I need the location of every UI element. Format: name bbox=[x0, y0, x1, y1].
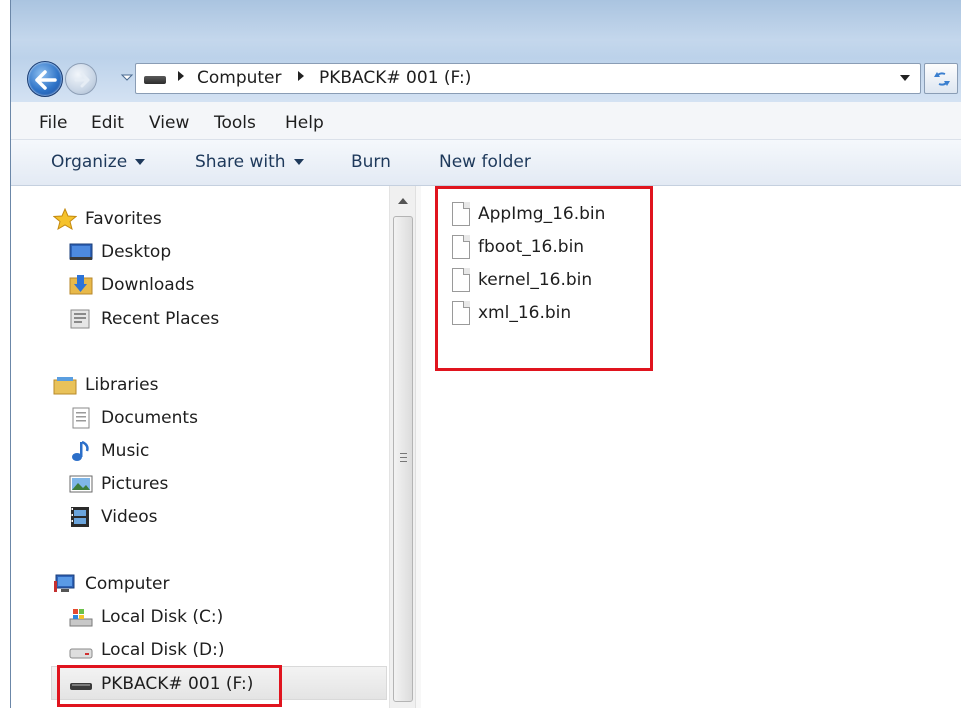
computer-icon bbox=[54, 574, 75, 592]
refresh-icon bbox=[934, 72, 950, 86]
system-disk-icon bbox=[69, 609, 93, 627]
breadcrumb-computer[interactable]: Computer bbox=[197, 68, 282, 88]
libraries-icon bbox=[53, 377, 77, 395]
drive-icon bbox=[144, 76, 166, 84]
breadcrumb-drive[interactable]: PKBACK# 001 (F:) bbox=[319, 68, 471, 88]
pictures-icon bbox=[69, 475, 93, 493]
disk-icon bbox=[69, 648, 93, 659]
nav-item-label: Desktop bbox=[101, 242, 172, 262]
share-with-label: Share with bbox=[195, 152, 286, 172]
pane-divider[interactable] bbox=[415, 186, 421, 708]
star-icon bbox=[53, 208, 77, 230]
menu-edit[interactable]: Edit bbox=[91, 113, 124, 133]
scroll-thumb[interactable] bbox=[393, 216, 413, 702]
left-margin bbox=[0, 0, 10, 708]
nav-pane-scrollbar[interactable] bbox=[389, 186, 415, 708]
grip-icon bbox=[400, 453, 407, 462]
music-note-icon bbox=[72, 440, 89, 461]
nav-favorites-label: Favorites bbox=[85, 209, 162, 229]
recent-pages-button[interactable] bbox=[119, 67, 135, 87]
menu-file[interactable]: File bbox=[39, 113, 67, 133]
chevron-down-icon bbox=[135, 159, 146, 165]
menu-view[interactable]: View bbox=[149, 113, 189, 133]
downloads-folder-icon bbox=[69, 275, 93, 295]
burn-button[interactable]: Burn bbox=[351, 152, 391, 172]
scroll-up-icon[interactable] bbox=[398, 198, 408, 204]
nav-item-label: Recent Places bbox=[101, 309, 220, 329]
nav-item-label: Videos bbox=[101, 507, 158, 527]
organize-label: Organize bbox=[51, 152, 128, 172]
nav-item-label: Downloads bbox=[101, 275, 195, 295]
nav-libraries-label: Libraries bbox=[85, 375, 159, 395]
forward-button[interactable] bbox=[65, 63, 97, 95]
nav-computer-label: Computer bbox=[85, 574, 170, 594]
address-bar[interactable]: Computer PKBACK# 001 (F:) bbox=[135, 63, 921, 94]
recent-places-icon bbox=[70, 309, 90, 329]
nav-item-label: Pictures bbox=[101, 474, 169, 494]
files-highlight-box bbox=[435, 186, 653, 371]
title-bar bbox=[11, 0, 961, 55]
menu-bar: File Edit View Tools Help bbox=[11, 102, 961, 140]
documents-icon bbox=[72, 407, 90, 429]
videos-icon bbox=[71, 507, 89, 527]
nav-item-label: Music bbox=[101, 441, 150, 461]
chevron-down-icon bbox=[120, 74, 134, 81]
address-dropdown-icon[interactable] bbox=[900, 75, 910, 81]
chevron-down-icon bbox=[293, 159, 304, 165]
nav-item-label: Local Disk (C:) bbox=[101, 607, 224, 627]
refresh-button[interactable] bbox=[924, 63, 958, 94]
navigation-row: Computer PKBACK# 001 (F:) bbox=[11, 55, 961, 102]
new-folder-button[interactable]: New folder bbox=[439, 152, 531, 172]
desktop-icon bbox=[69, 243, 93, 260]
back-button[interactable] bbox=[27, 61, 63, 97]
breadcrumb-arrow-icon[interactable] bbox=[178, 71, 184, 81]
back-arrow-icon bbox=[35, 70, 57, 90]
nav-item-label: Documents bbox=[101, 408, 198, 428]
forward-arrow-icon bbox=[74, 72, 90, 88]
nav-item-label: Local Disk (D:) bbox=[101, 640, 225, 660]
menu-tools[interactable]: Tools bbox=[214, 113, 256, 133]
menu-help[interactable]: Help bbox=[285, 113, 324, 133]
breadcrumb-arrow-icon[interactable] bbox=[298, 71, 304, 81]
organize-button[interactable]: Organize bbox=[51, 152, 146, 172]
navigation-pane: Favorites Desktop Downloads Recent Place… bbox=[11, 186, 422, 708]
command-bar: Organize Share with Burn New folder bbox=[11, 140, 961, 186]
drive-highlight-box bbox=[57, 665, 282, 707]
share-with-button[interactable]: Share with bbox=[195, 152, 304, 172]
